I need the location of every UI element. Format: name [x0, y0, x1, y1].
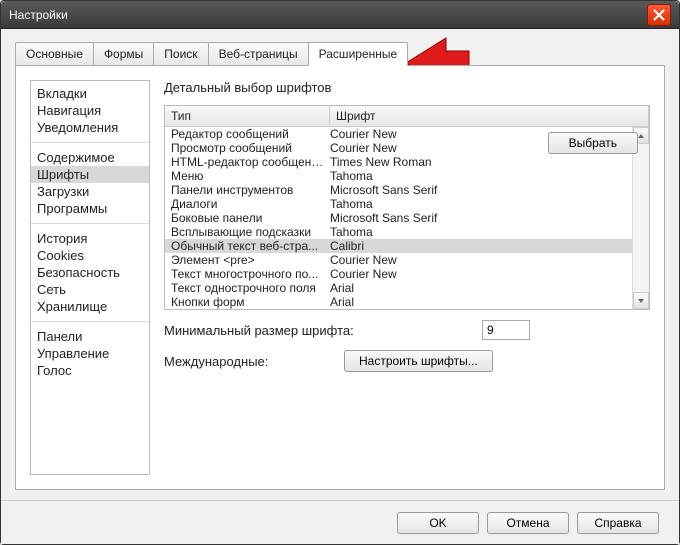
- tab-basic[interactable]: Основные: [15, 42, 94, 66]
- sidebar-item-security[interactable]: Безопасность: [31, 264, 149, 281]
- sidebar-item-fonts[interactable]: Шрифты: [31, 166, 149, 183]
- configure-fonts-button[interactable]: Настроить шрифты...: [344, 350, 493, 372]
- column-font[interactable]: Шрифт: [330, 106, 649, 126]
- settings-window: Настройки Основные Формы Поиск Веб-стран…: [0, 0, 680, 545]
- sidebar-item-tabs[interactable]: Вкладки: [31, 85, 149, 102]
- font-row[interactable]: Обычный текст веб-стра...Calibri: [165, 239, 632, 253]
- font-row[interactable]: Панели инструментовMicrosoft Sans Serif: [165, 183, 632, 197]
- font-row-type: Обычный текст веб-стра...: [165, 239, 330, 253]
- font-row-type: Текст многострочного по...: [165, 267, 330, 281]
- font-row-type: Элемент <pre>: [165, 253, 330, 267]
- sidebar-item-network[interactable]: Сеть: [31, 281, 149, 298]
- sidebar-item-control[interactable]: Управление: [31, 345, 149, 362]
- tab-search[interactable]: Поиск: [153, 42, 208, 66]
- help-button[interactable]: Справка: [577, 512, 659, 534]
- font-row-type: Диалоги: [165, 197, 330, 211]
- font-row[interactable]: Текст многострочного по...Courier New: [165, 267, 632, 281]
- cancel-button[interactable]: Отмена: [487, 512, 569, 534]
- window-title: Настройки: [9, 8, 647, 22]
- font-row[interactable]: Элемент <pre>Courier New: [165, 253, 632, 267]
- font-row-type: Текст однострочного поля: [165, 281, 330, 295]
- close-button[interactable]: [647, 4, 671, 26]
- font-row-type: Меню: [165, 169, 330, 183]
- sidebar-separator: [31, 223, 149, 224]
- min-font-label: Минимальный размер шрифта:: [164, 323, 354, 338]
- tab-bar: Основные Формы Поиск Веб-страницы Расшир…: [1, 29, 679, 65]
- sidebar-item-notifications[interactable]: Уведомления: [31, 119, 149, 136]
- font-row[interactable]: МенюTahoma: [165, 169, 632, 183]
- sidebar-separator: [31, 142, 149, 143]
- select-button[interactable]: Выбрать: [548, 132, 638, 154]
- font-row-type: HTML-редактор сообщений: [165, 155, 330, 169]
- titlebar: Настройки: [1, 1, 679, 29]
- sidebar-item-navigation[interactable]: Навигация: [31, 102, 149, 119]
- sidebar-item-panels[interactable]: Панели: [31, 328, 149, 345]
- dialog-button-bar: OK Отмена Справка: [1, 500, 679, 544]
- font-row[interactable]: Текст однострочного поляArial: [165, 281, 632, 295]
- min-font-row: Минимальный размер шрифта:: [164, 320, 650, 340]
- font-row-font: Arial: [330, 295, 632, 309]
- font-row-type: Просмотр сообщений: [165, 141, 330, 155]
- font-row-font: Tahoma: [330, 197, 632, 211]
- tab-forms[interactable]: Формы: [93, 42, 154, 66]
- sidebar-item-history[interactable]: История: [31, 230, 149, 247]
- sidebar-item-downloads[interactable]: Загрузки: [31, 183, 149, 200]
- min-font-input[interactable]: [482, 320, 530, 340]
- tab-advanced[interactable]: Расширенные: [308, 42, 409, 66]
- font-row-font: Courier New: [330, 267, 632, 281]
- font-row-type: Кнопки форм: [165, 295, 330, 309]
- font-row-font: Microsoft Sans Serif: [330, 183, 632, 197]
- font-row-type: Всплывающие подсказки: [165, 225, 330, 239]
- sidebar-separator: [31, 321, 149, 322]
- font-row-font: Tahoma: [330, 225, 632, 239]
- sidebar-item-programs[interactable]: Программы: [31, 200, 149, 217]
- sidebar-item-storage[interactable]: Хранилище: [31, 298, 149, 315]
- font-row[interactable]: ДиалогиTahoma: [165, 197, 632, 211]
- font-table-header: Тип Шрифт: [165, 106, 649, 127]
- font-row-type: Боковые панели: [165, 211, 330, 225]
- sidebar-item-cookies[interactable]: Cookies: [31, 247, 149, 264]
- international-label: Международные:: [164, 354, 324, 369]
- close-icon: [653, 9, 665, 21]
- font-row[interactable]: Кнопки формArial: [165, 295, 632, 309]
- font-row-type: Панели инструментов: [165, 183, 330, 197]
- content-area: Вкладки Навигация Уведомления Содержимое…: [15, 65, 665, 490]
- font-row-font: Courier New: [330, 253, 632, 267]
- font-row-font: Calibri: [330, 239, 632, 253]
- scroll-down-button[interactable]: [633, 292, 649, 309]
- font-row[interactable]: Всплывающие подсказкиTahoma: [165, 225, 632, 239]
- sidebar-item-content[interactable]: Содержимое: [31, 149, 149, 166]
- tab-webpages[interactable]: Веб-страницы: [208, 42, 309, 66]
- font-row-type: Редактор сообщений: [165, 127, 330, 141]
- font-row-font: Times New Roman: [330, 155, 632, 169]
- scrollbar[interactable]: [632, 127, 649, 309]
- font-row-font: Tahoma: [330, 169, 632, 183]
- section-title: Детальный выбор шрифтов: [164, 80, 650, 95]
- font-row[interactable]: Боковые панелиMicrosoft Sans Serif: [165, 211, 632, 225]
- international-row: Международные: Настроить шрифты...: [164, 350, 650, 372]
- font-row[interactable]: HTML-редактор сообщенийTimes New Roman: [165, 155, 632, 169]
- font-table-body: Редактор сообщений Courier New Просмотр со…: [165, 127, 649, 309]
- sidebar-item-voice[interactable]: Голос: [31, 362, 149, 379]
- sidebar: Вкладки Навигация Уведомления Содержимое…: [30, 80, 150, 475]
- column-type[interactable]: Тип: [165, 106, 330, 126]
- font-row-font: Microsoft Sans Serif: [330, 211, 632, 225]
- font-row-font: Arial: [330, 281, 632, 295]
- ok-button[interactable]: OK: [397, 512, 479, 534]
